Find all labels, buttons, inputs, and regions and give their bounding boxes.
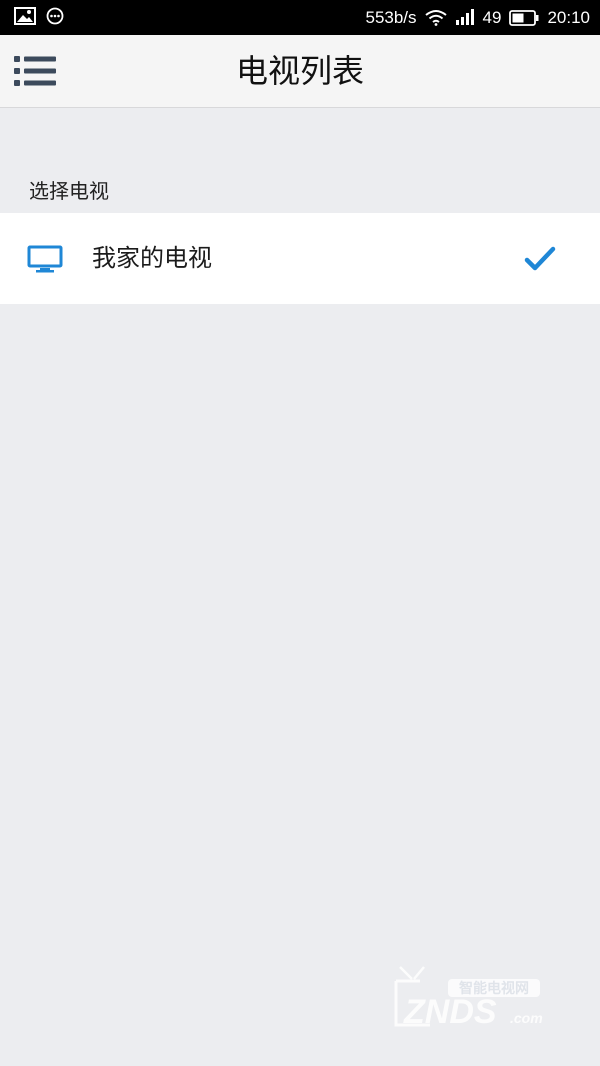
message-notification-icon	[46, 7, 64, 25]
tv-icon	[27, 245, 63, 273]
status-right: 553b/s 49 20:10	[365, 0, 590, 35]
tv-name: 我家的电视	[92, 244, 212, 272]
signal-icon	[455, 9, 474, 25]
screen: 553b/s 49 20:10 电视列表 选择电视 我家的电视 智能电视网 ZN…	[0, 0, 600, 1066]
image-notification-icon	[14, 7, 36, 25]
app-bar: 电视列表	[0, 35, 600, 108]
menu-button[interactable]	[10, 49, 62, 93]
wifi-icon	[424, 10, 447, 26]
section-header: 选择电视	[29, 179, 109, 203]
list-item-tv[interactable]: 我家的电视	[0, 213, 600, 304]
battery-level: 49	[482, 8, 502, 27]
svg-text:ZNDS: ZNDS	[403, 993, 497, 1031]
tv-list: 我家的电视	[0, 213, 600, 304]
svg-text:.com: .com	[510, 1010, 543, 1026]
check-icon	[524, 246, 556, 271]
network-speed: 553b/s	[365, 8, 417, 27]
znds-watermark-logo: 智能电视网 ZNDS .com	[394, 966, 543, 1031]
page-title: 电视列表	[235, 52, 364, 90]
clock: 20:10	[547, 8, 590, 27]
menu-icon	[14, 56, 56, 86]
status-left	[14, 7, 64, 25]
status-bar: 553b/s 49 20:10	[0, 0, 600, 35]
battery-icon	[509, 9, 539, 26]
